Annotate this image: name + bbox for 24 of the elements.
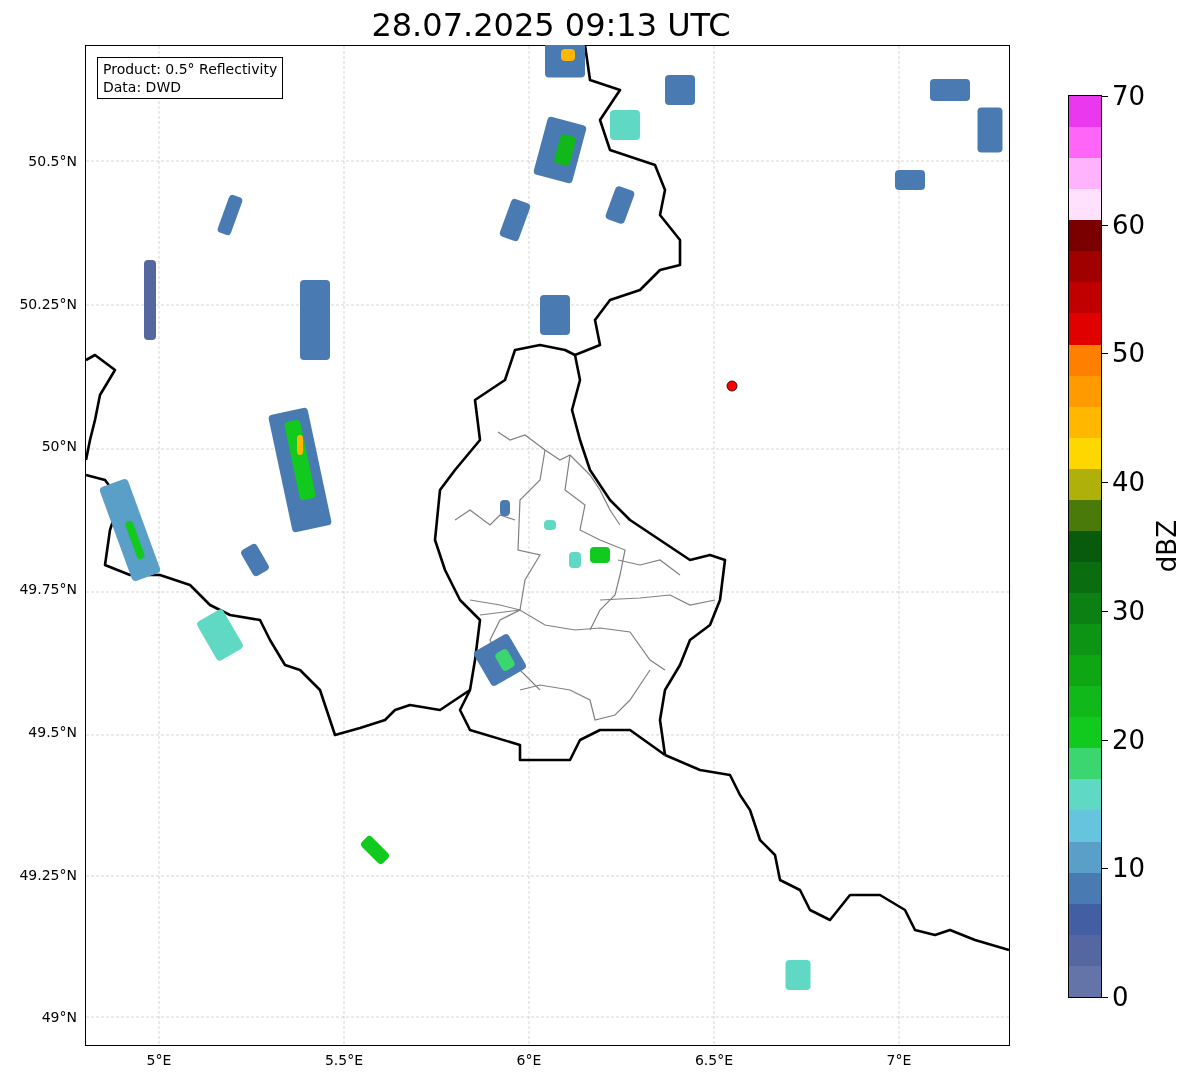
latitude-label: 49°N [41,1009,77,1026]
latitude-label: 49.25°N [19,866,77,883]
longitude-label: 5°E [146,1052,172,1068]
colorbar-tick-label: 10 [1112,854,1146,883]
colorbar-tick-label: 60 [1112,210,1146,239]
info-text: Product: 0.5° Reflectivity [103,60,278,78]
colorbar-label: dBZ [1152,520,1182,573]
colorbar-tick-label: 50 [1112,339,1146,368]
longitude-label: 6°E [516,1052,542,1068]
longitude-label: 5.5°E [324,1052,364,1068]
chart-title: 28.07.2025 09:13 UTC [371,5,731,45]
colorbar-tick-label: 30 [1112,596,1146,625]
latitude-label: 49.75°N [19,581,77,598]
latitude-label: 50°N [41,438,77,455]
latitude-label: 49.5°N [28,723,77,740]
longitude-label: 6.5°E [694,1052,734,1068]
longitude-label: 7°E [886,1052,912,1068]
colorbar-tick-label: 20 [1112,725,1146,754]
colorbar-tick-label: 70 [1112,82,1146,110]
colorbar-tick-label: 0 [1112,983,1129,1011]
latitude-label: 50.25°N [19,295,77,312]
latitude-label: 50.5°N [28,153,77,169]
info-text: Data: DWD [103,78,182,96]
colorbar-tick-label: 40 [1112,468,1146,497]
